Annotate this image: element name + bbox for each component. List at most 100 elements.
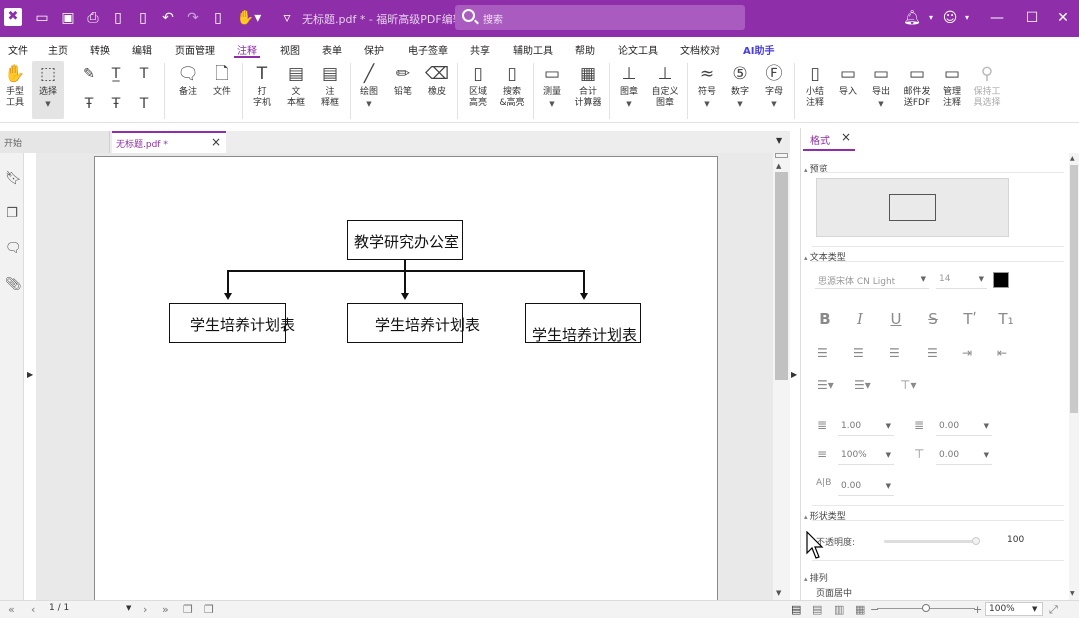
superscript-icon[interactable]: Tʹ [960,310,980,328]
eraser-button[interactable]: ⌫ 橡皮 [424,61,450,98]
align-right-icon[interactable]: ☰ [889,346,900,360]
tab-format[interactable]: 格式 × [803,129,855,151]
baseline-select[interactable]: 0.00 ▼ [936,447,992,465]
import-button[interactable]: ▭ 导入 [835,61,861,98]
menu-edit[interactable]: 编辑 [132,42,152,57]
last-page-icon[interactable]: » [162,603,169,616]
print-icon[interactable]: ⎙ [84,9,102,27]
italic-icon[interactable]: I [850,310,870,328]
font-family-select[interactable]: 思源宋体 CN Light ▼ [815,271,929,289]
letter-button[interactable]: Ⓕ 字母 ▼ [761,61,787,109]
font-size-select[interactable]: 14 ▼ [936,271,987,289]
zoom-level-select[interactable]: 100% ▼ [985,602,1043,616]
opacity-slider[interactable] [884,540,977,543]
hand-dropdown-icon[interactable]: ✋▾ [236,9,262,27]
custom-stamp-button[interactable]: ⊥ 自定义 图章 [648,61,682,109]
bold-icon[interactable]: B [815,310,835,328]
callout-button[interactable]: ▤ 注 释框 [317,61,343,109]
line-spacing-select[interactable]: 1.00 ▼ [838,418,894,436]
menu-page-manage[interactable]: 页面管理 [175,42,215,57]
panel-scroll-down-icon[interactable]: ▼ [1070,590,1075,597]
textbox-button[interactable]: ▤ 文 本框 [283,61,309,109]
maximize-icon[interactable]: ☐ [1023,9,1041,27]
manage-comments-button[interactable]: ▭ 管理 注释 [938,61,966,109]
scroll-down-icon[interactable]: ▼ [776,589,781,597]
expand-left-panel-icon[interactable]: ▶ [27,370,33,379]
text-direction-icon[interactable]: ⊤▾ [900,378,916,392]
page-dropdown-icon[interactable]: ▼ [126,604,131,612]
page-icon[interactable]: ▯ [209,9,227,27]
notification-dropdown-icon[interactable]: ▾ [922,9,940,27]
attachment-icon[interactable]: 📎︎ [5,277,22,293]
page-copy-icon[interactable]: ❐ [183,603,193,616]
bookmark-icon[interactable]: 🔖︎ [5,171,22,187]
page-paste-icon[interactable]: ❐ [204,603,214,616]
strikethrough-icon[interactable]: S [923,310,943,328]
scroll-up-icon[interactable]: ▲ [776,162,781,170]
bell-icon[interactable]: 🔔︎ [903,9,921,27]
email-fdf-button[interactable]: ▭ 邮件发 送FDF [900,61,934,109]
paragraph-spacing-select[interactable]: 0.00 ▼ [936,418,992,436]
typewriter-button[interactable]: T 打 字机 [249,61,275,109]
insert-text-button[interactable]: T [134,91,154,117]
indent-decrease-icon[interactable]: ⇤ [997,346,1007,360]
next-page-icon[interactable]: › [143,603,147,616]
arrange-section-title[interactable]: 排列 [804,571,828,584]
fullscreen-icon[interactable]: ⤢ [1049,603,1058,617]
menu-comment[interactable]: 注释 [234,42,260,58]
zoom-in-icon[interactable]: + [973,603,982,616]
hand-tool-button[interactable]: ✋ 手型 工具 [2,61,28,109]
panel-scroll-thumb[interactable] [1070,165,1078,413]
export-button[interactable]: ▭ 导出 ▼ [868,61,894,109]
calculator-button[interactable]: ▦ 合计 计算器 [572,61,604,109]
collapse-right-panel-icon[interactable]: ▶ [791,370,797,379]
underline-text-button[interactable]: T̲ [106,61,126,87]
menu-help[interactable]: 帮助 [575,42,595,57]
undo-icon[interactable]: ↶ [159,9,177,27]
symbol-button[interactable]: ≈ 符号 ▼ [694,61,720,109]
keep-tool-button[interactable]: ⚲ 保持工 具选择 [970,61,1004,109]
org-child-box-3[interactable]: 学生培养计划表 [525,303,641,344]
zoom-out-icon[interactable]: − [870,603,879,616]
note-button[interactable]: 🗨︎ 备注 [174,61,202,98]
menu-doc-proofread[interactable]: 文档校对 [680,42,720,57]
strikeout-text-button[interactable]: Ŧ [79,91,99,117]
minimize-icon[interactable]: — [988,9,1006,27]
comments-icon[interactable]: 🗨︎ [5,241,22,257]
vertical-scroll-thumb[interactable] [775,172,788,380]
save-icon[interactable]: ▣ [59,9,77,27]
new-doc-icon[interactable]: ▯ [109,9,127,27]
subscript-icon[interactable]: T₁ [996,310,1016,328]
menu-share[interactable]: 共享 [470,42,490,57]
org-child-box-2[interactable]: 学生培养计划表 [347,303,480,343]
single-page-icon[interactable]: ▤ [791,603,801,616]
zoom-dropdown-icon[interactable]: ▼ [1032,605,1037,613]
close-icon[interactable]: ✕ [1054,9,1072,27]
menu-form[interactable]: 表单 [322,42,342,57]
continuous-facing-icon[interactable]: ▦ [855,603,865,616]
menu-ai-assistant[interactable]: AI助手 [743,42,774,57]
stamp-button[interactable]: ⊥ 图章 ▼ [616,61,642,109]
menu-e-sign[interactable]: 电子签章 [408,42,448,57]
format-close-icon[interactable]: × [841,130,851,144]
tab-close-icon[interactable]: × [211,135,221,149]
account-icon[interactable]: ☺ [941,9,959,27]
zoom-slider-knob[interactable] [922,604,930,612]
menu-view[interactable]: 视图 [280,42,300,57]
drawing-button[interactable]: ╱ 绘图 ▼ [355,61,383,109]
align-center-icon[interactable]: ☰ [853,346,864,360]
select-tool-button[interactable]: ⬚ 选择 ▼ [32,61,64,119]
squiggly-text-button[interactable]: T [134,61,154,87]
bullet-list-icon[interactable]: ☰▾ [817,378,834,392]
tabs-dropdown-icon[interactable]: ▼ [776,136,782,145]
continuous-page-icon[interactable]: ▤ [812,603,822,616]
opacity-slider-knob[interactable] [972,537,980,545]
org-root-box[interactable]: 教学研究办公室 [347,220,463,260]
area-highlight-button[interactable]: ▯ 区域 高亮 [464,61,492,109]
char-spacing-select[interactable]: 0.00 ▼ [838,478,894,496]
customize-qat-icon[interactable]: ▿ [278,9,296,27]
menu-home[interactable]: 主页 [48,42,68,57]
file-attach-button[interactable]: 🗋︎ 文件 [208,61,236,98]
account-dropdown-icon[interactable]: ▾ [958,9,976,27]
panel-scroll-up-icon[interactable]: ▲ [1070,155,1075,162]
